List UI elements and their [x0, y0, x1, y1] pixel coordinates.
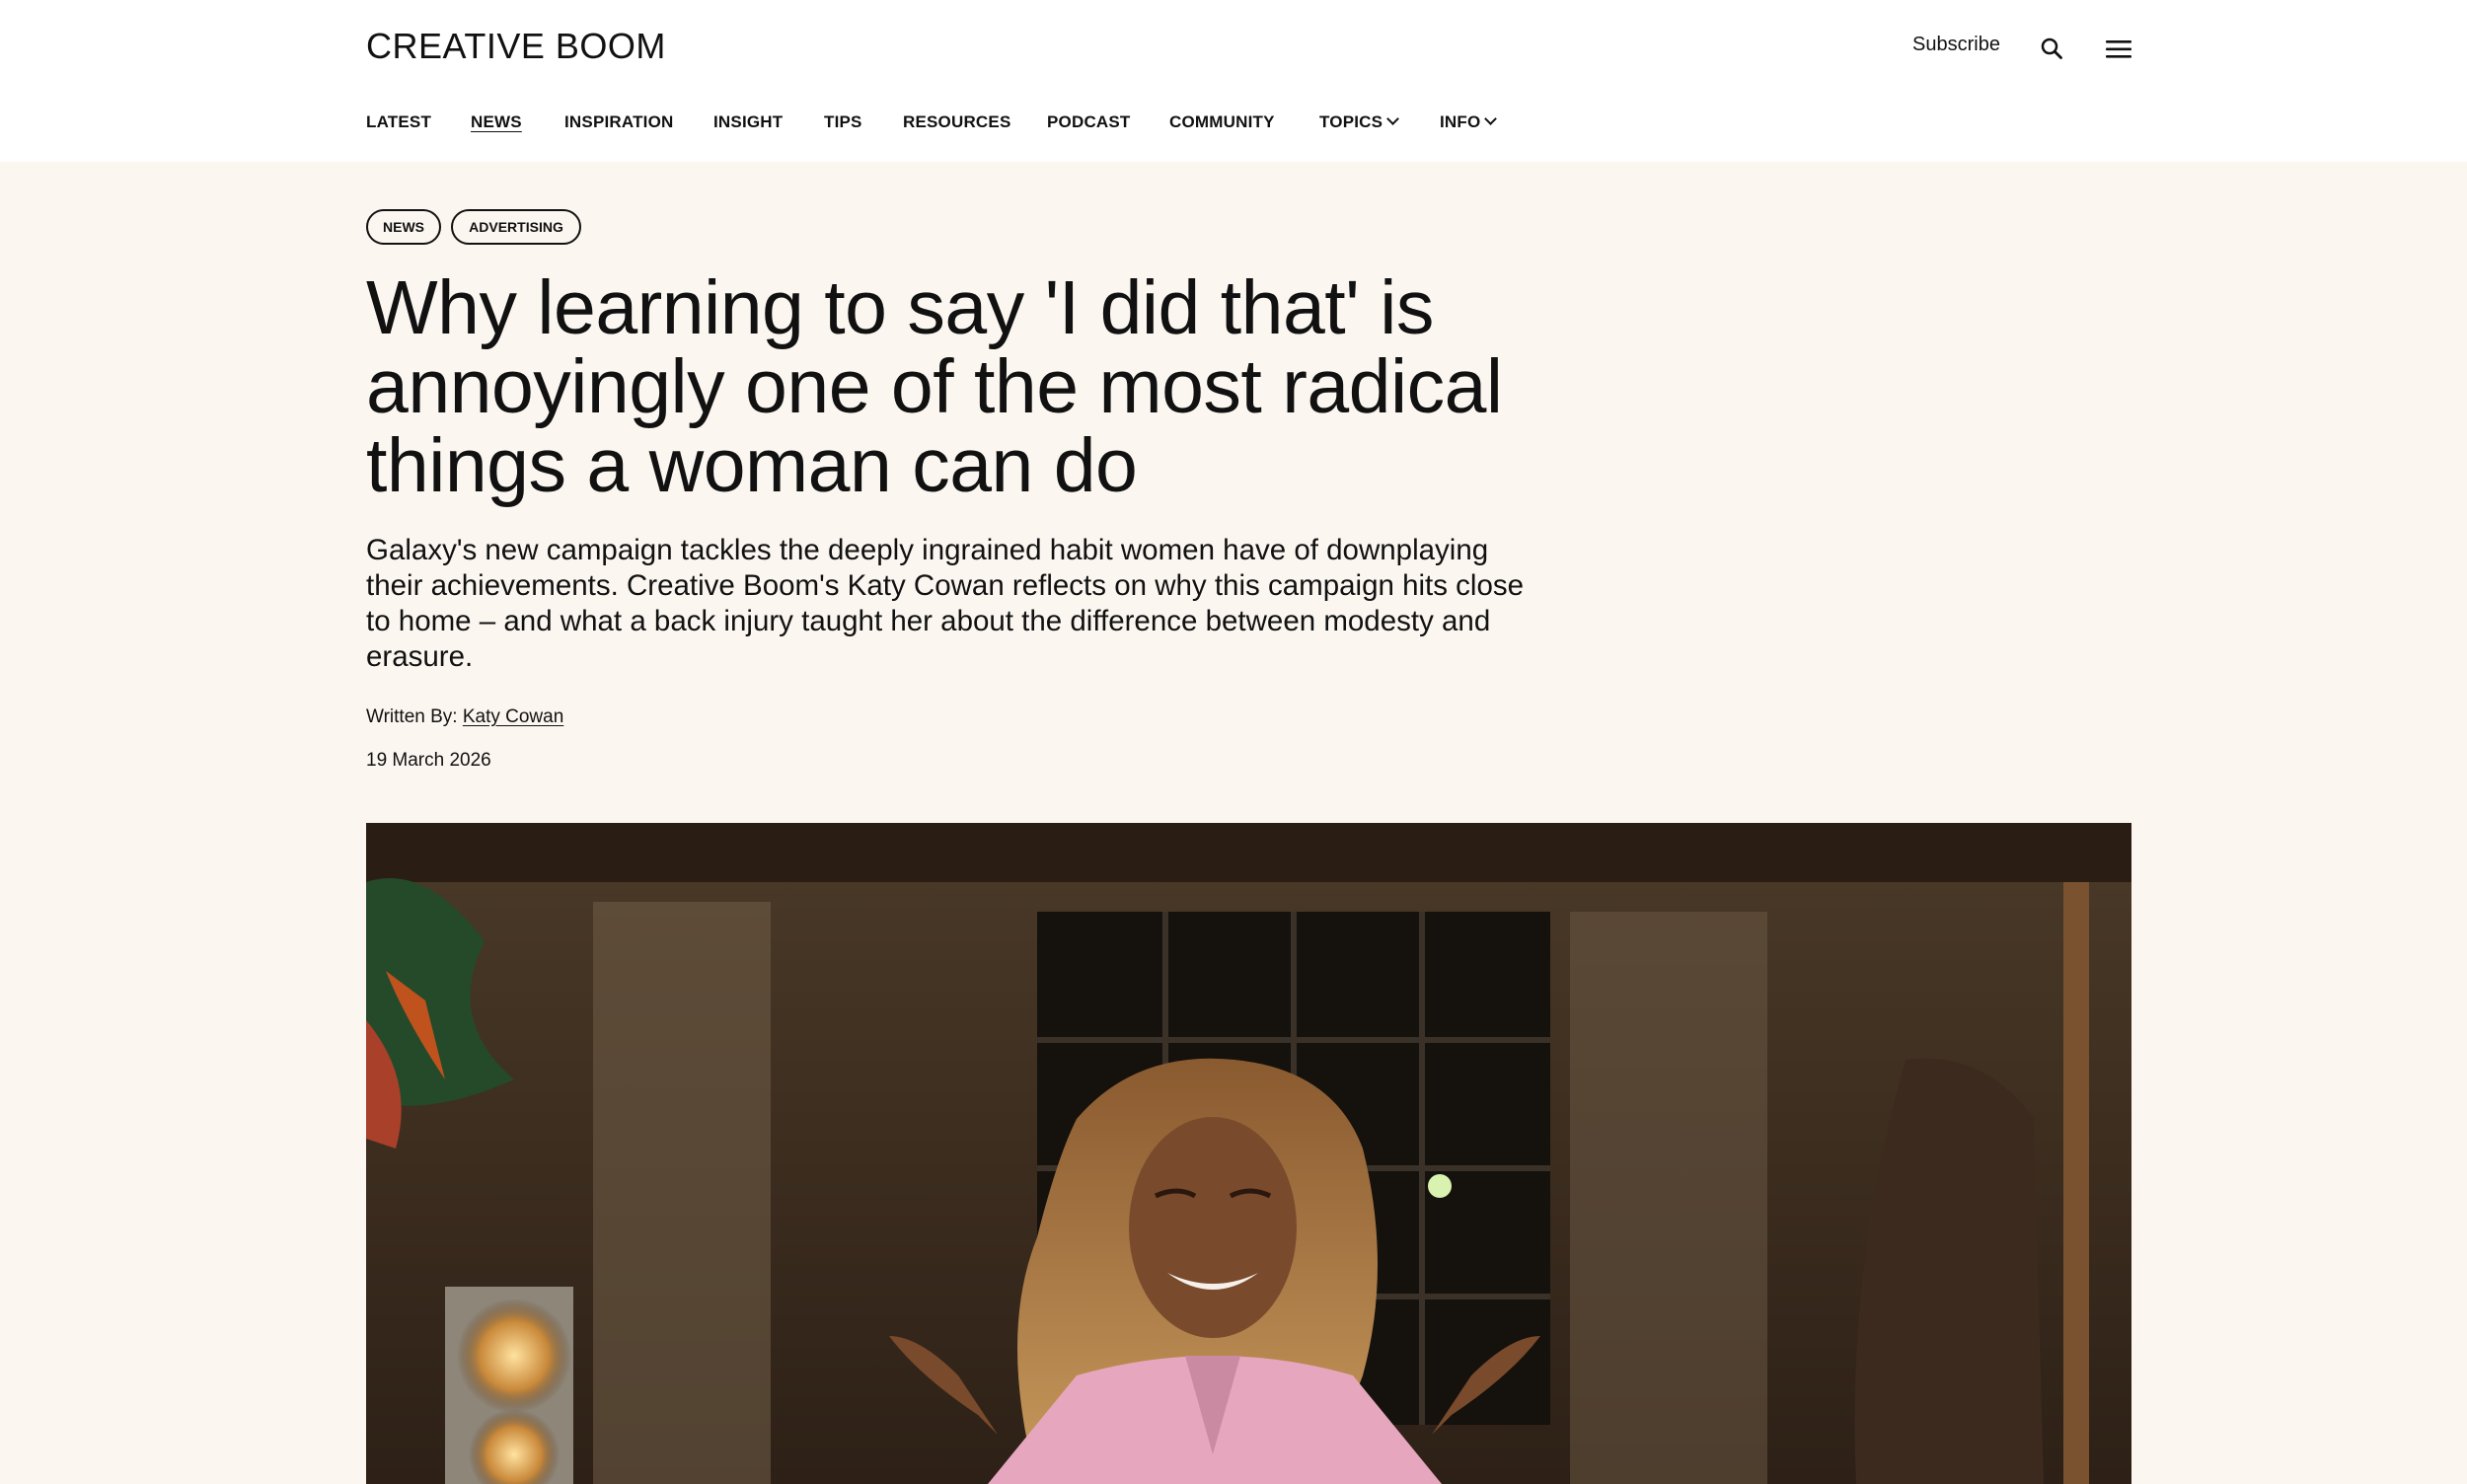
nav-item-community[interactable]: COMMUNITY [1169, 112, 1275, 132]
tag-advertising[interactable]: ADVERTISING [451, 209, 581, 245]
search-icon[interactable] [2040, 37, 2063, 60]
byline-prefix: Written By: [366, 706, 463, 727]
headline-line: annoyingly one of the most radical [366, 344, 1503, 429]
hero-image [366, 823, 2131, 1484]
nav-item-tips[interactable]: TIPS [824, 112, 862, 132]
standfirst-line: their achievements. Creative Boom's Katy… [366, 569, 1525, 602]
hero-photo-illustration [366, 823, 2131, 1484]
author-link[interactable]: Katy Cowan [463, 706, 563, 727]
article-standfirst: Galaxy's new campaign tackles the deeply… [366, 533, 1540, 675]
chevron-down-icon [1484, 112, 1498, 125]
nav-item-resources[interactable]: RESOURCES [903, 112, 1011, 132]
article-headline: Why learning to say 'I did that' is anno… [366, 268, 1600, 505]
chevron-down-icon [1386, 112, 1400, 125]
nav-item-inspiration[interactable]: INSPIRATION [564, 112, 674, 132]
standfirst-line: erasure. [366, 640, 474, 673]
nav-item-topics[interactable]: TOPICS [1319, 112, 1400, 132]
tag-news[interactable]: NEWS [366, 209, 441, 245]
nav-item-info-label: INFO [1440, 112, 1481, 131]
nav-item-topics-label: TOPICS [1319, 112, 1383, 131]
headline-line: Why learning to say 'I did that' is [366, 265, 1434, 350]
article-date: 19 March 2026 [366, 750, 491, 771]
nav-item-info[interactable]: INFO [1440, 112, 1498, 132]
standfirst-line: to home – and what a back injury taught … [366, 605, 1491, 637]
article-byline: Written By: Katy Cowan [366, 706, 563, 728]
subscribe-link[interactable]: Subscribe [1912, 34, 2000, 56]
headline-line: things a woman can do [366, 423, 1138, 508]
hamburger-menu-icon[interactable] [2106, 38, 2131, 60]
standfirst-line: Galaxy's new campaign tackles the deeply… [366, 534, 1489, 566]
nav-item-latest[interactable]: LATEST [366, 112, 431, 132]
nav-item-podcast[interactable]: PODCAST [1047, 112, 1131, 132]
site-logo[interactable]: CREATIVE BOOM [366, 26, 666, 67]
nav-item-news[interactable]: NEWS [471, 112, 522, 132]
site-header: CREATIVE BOOM Subscribe LATEST NEWS INSP… [0, 0, 2467, 162]
nav-item-insight[interactable]: INSIGHT [713, 112, 783, 132]
